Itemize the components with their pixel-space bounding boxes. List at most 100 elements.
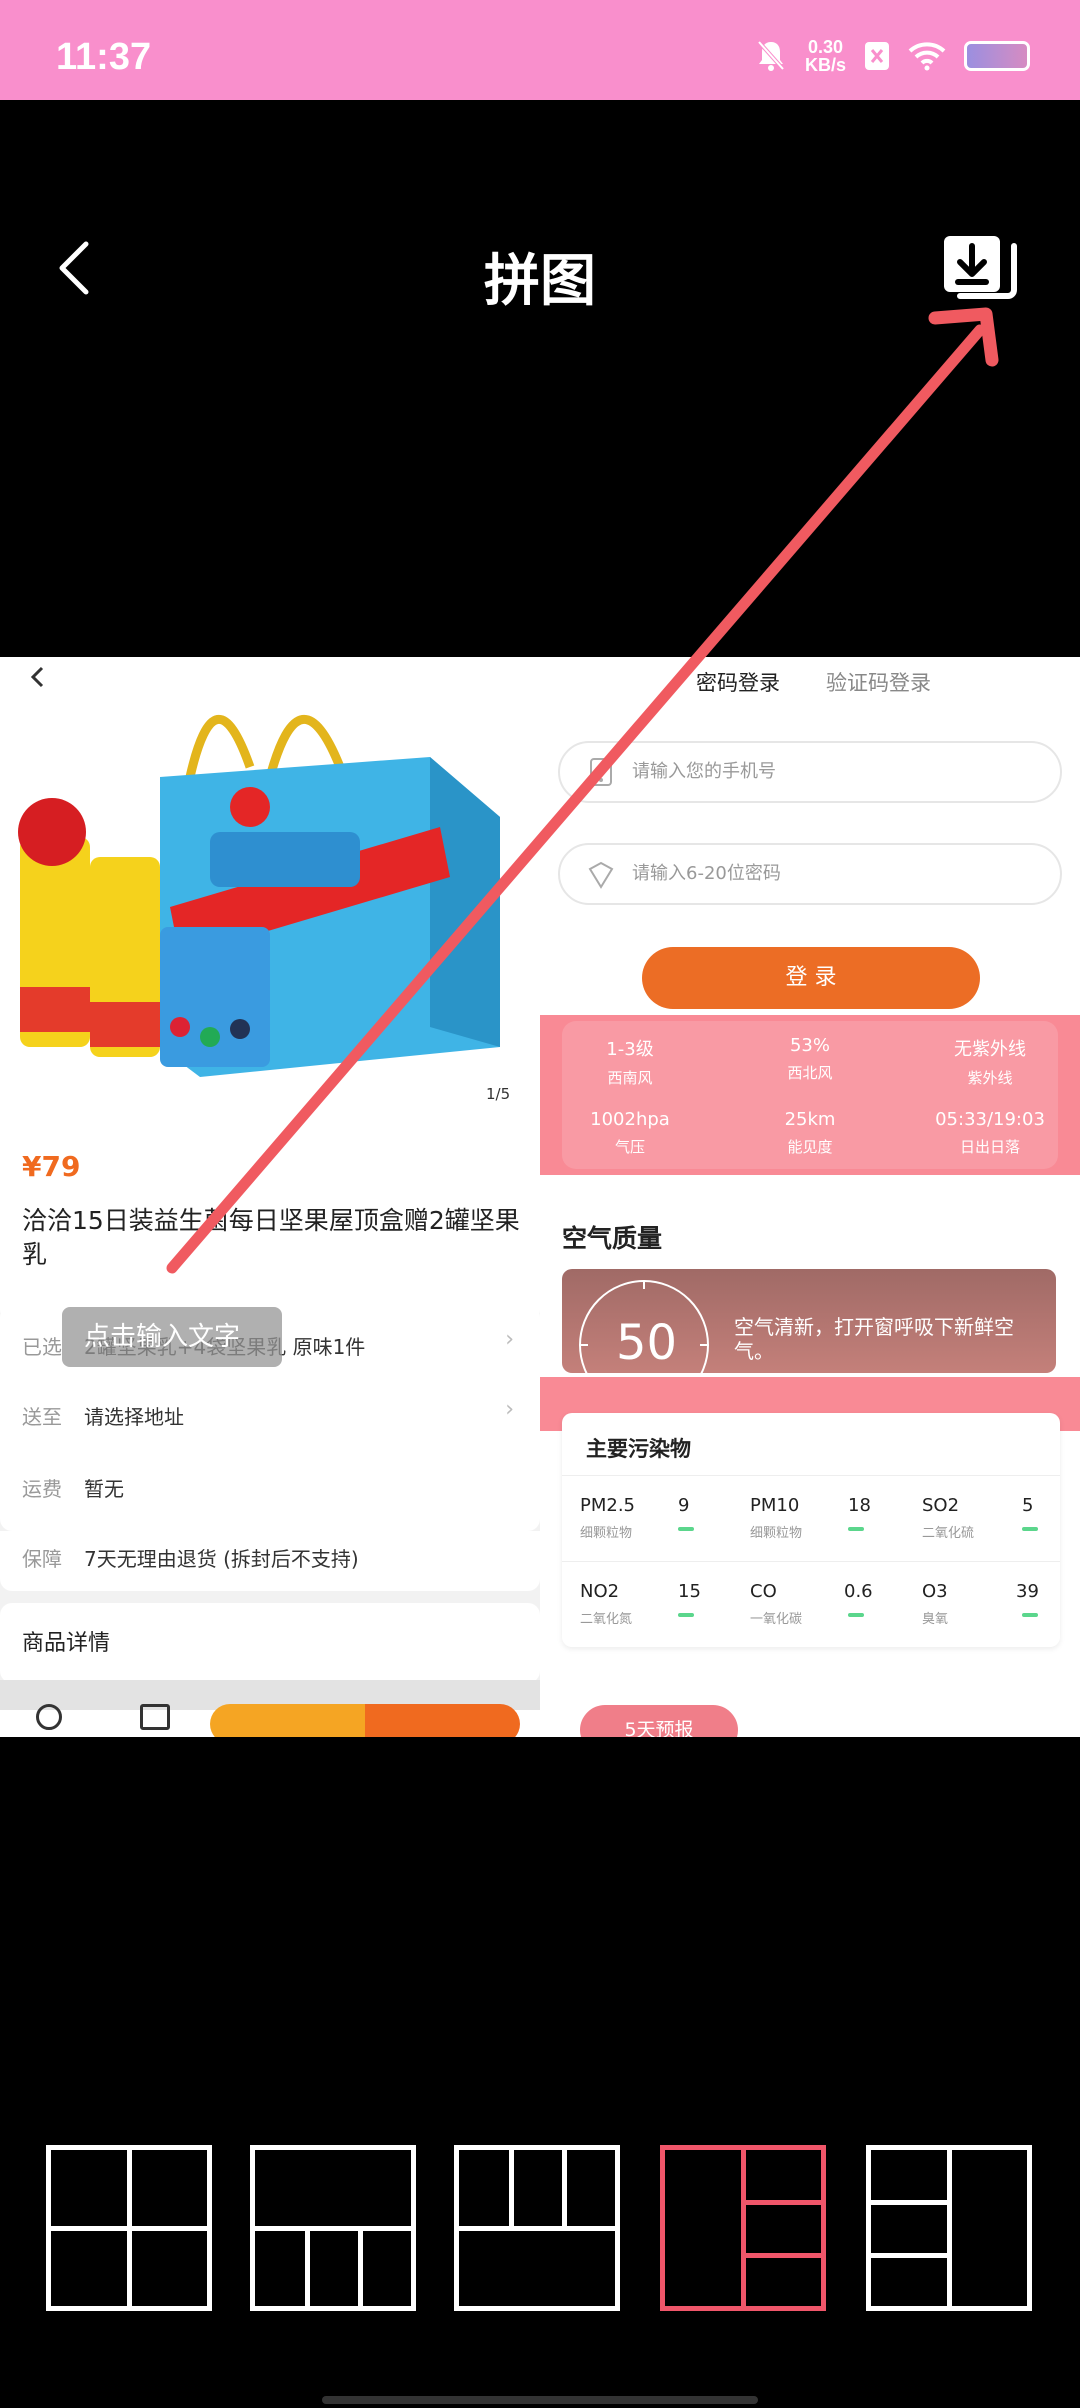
pollutant-value: 9	[678, 1495, 690, 1516]
pollutant-bar	[1022, 1527, 1038, 1531]
pollutant-value: 18	[848, 1495, 871, 1516]
row-key: 保障	[22, 1547, 62, 1571]
pollutant-name: NO2	[580, 1581, 620, 1602]
pollutant-sub: 二氧化硫	[922, 1526, 975, 1541]
save-download-button[interactable]	[940, 232, 1020, 308]
tab-code-login[interactable]: 验证码登录	[826, 667, 931, 697]
weather-value: 1002hpa	[590, 1109, 670, 1130]
buy-buttons[interactable]	[210, 1704, 520, 1737]
layout-picker	[0, 2120, 1080, 2320]
pollutants-title: 主要污染物	[586, 1437, 691, 1461]
weather-label: 日出日落	[959, 1138, 1020, 1156]
weather-value: 无紫外线	[954, 1039, 1026, 1060]
pollutant-bar	[1022, 1613, 1038, 1617]
option-row-address[interactable]: 送至 请选择地址	[22, 1401, 184, 1430]
collage-canvas[interactable]: 1/5 ¥79 洽洽15日装益生菌每日坚果屋顶盒赠2罐坚果乳 已选2罐坚果乳+4…	[0, 657, 1080, 1737]
weather-cell: 53% 西北风	[720, 1035, 900, 1083]
weather-value: 1-3级	[606, 1039, 654, 1060]
pollutant-name: O3	[922, 1581, 948, 1602]
weather-label: 西南风	[607, 1069, 653, 1087]
net-speed-unit: KB/s	[804, 55, 846, 75]
pollutant-sub: 一氧化碳	[750, 1612, 803, 1627]
row-key: 送至	[22, 1405, 62, 1429]
battery-icon	[964, 41, 1030, 71]
pollutant-o3: O3 臭氧	[922, 1581, 948, 1627]
pollutant-so2: SO2 二氧化硫	[922, 1495, 974, 1541]
option-row-guarantee: 保障 7天无理由退货 (拆封后不支持)	[22, 1543, 359, 1572]
weather-value: 53%	[789, 1035, 830, 1056]
pollutant-bar	[678, 1613, 694, 1617]
weather-label: 能见度	[787, 1138, 833, 1156]
top-bar	[0, 100, 1080, 660]
pollutant-value: 15	[678, 1581, 701, 1602]
pollutant-name: PM10	[750, 1495, 800, 1516]
row-key: 运费	[22, 1477, 62, 1501]
row-key: 已选	[22, 1335, 62, 1359]
layout-option-1[interactable]	[46, 2145, 212, 2311]
weather-cell: 无紫外线 紫外线	[900, 1035, 1080, 1088]
pollutant-pm10: PM10 细颗粒物	[750, 1495, 802, 1541]
wifi-icon	[908, 42, 946, 71]
layout-option-3[interactable]	[454, 2145, 620, 2311]
text-input-overlay[interactable]: 点击输入文字	[62, 1307, 282, 1367]
pollutant-sub: 细颗粒物	[750, 1526, 803, 1541]
weather-label: 气压	[614, 1138, 645, 1156]
air-quality-card: 空气质量 50 空气清新，打开窗呼吸下新鲜空气。	[540, 1197, 1080, 1373]
phone-input[interactable]: 请输入您的手机号	[558, 741, 1062, 803]
weather-label: 西北风	[787, 1064, 833, 1082]
login-button[interactable]: 登 录	[642, 947, 980, 1009]
details-card: 商品详情	[0, 1603, 540, 1683]
image-counter: 1/5	[486, 1085, 511, 1103]
row-value: 7天无理由退货 (拆封后不支持)	[84, 1547, 359, 1571]
collage-cell-right[interactable]: 密码登录 验证码登录 请输入您的手机号 请输入6-20位密码 登 录 1-3级西…	[540, 657, 1080, 1737]
home-indicator[interactable]	[322, 2396, 758, 2404]
layout-option-2[interactable]	[250, 2145, 416, 2311]
cart-icon[interactable]	[140, 1704, 170, 1730]
status-icons: 0.30 KB/s	[755, 38, 1030, 74]
sim-off-icon	[865, 42, 889, 70]
aqi-value: 50	[616, 1315, 678, 1371]
aqi-text: 空气清新，打开窗呼吸下新鲜空气。	[734, 1315, 1014, 1363]
details-title: 商品详情	[22, 1631, 111, 1656]
phone-icon	[590, 758, 612, 786]
pollutant-name: PM2.5	[580, 1495, 636, 1516]
pollutant-sub: 二氧化氮	[580, 1612, 633, 1627]
divider	[562, 1475, 1060, 1476]
status-time: 11:37	[56, 36, 152, 78]
shop-icon[interactable]	[36, 1704, 62, 1730]
layout-option-4-selected[interactable]	[660, 2145, 826, 2311]
pollutant-value: 0.6	[844, 1581, 873, 1602]
shield-icon	[588, 861, 614, 889]
option-row-shipping: 运费 暂无	[22, 1473, 124, 1502]
product-back-icon[interactable]	[28, 665, 48, 689]
layout-option-5[interactable]	[866, 2145, 1032, 2311]
mute-bell-icon	[757, 40, 785, 71]
product-image: 1/5	[0, 657, 540, 1112]
pollutant-value: 39	[1016, 1581, 1039, 1602]
pollutant-name: CO	[750, 1581, 777, 1602]
aqi-banner: 50 空气清新，打开窗呼吸下新鲜空气。	[562, 1269, 1056, 1373]
net-speed-value: 0.30	[807, 37, 844, 57]
password-input[interactable]: 请输入6-20位密码	[558, 843, 1062, 905]
weather-value: 05:33/19:03	[935, 1109, 1045, 1130]
pollutant-no2: NO2 二氧化氮	[580, 1581, 632, 1627]
product-illustration	[0, 657, 540, 1112]
pollutant-name: SO2	[922, 1495, 960, 1516]
forecast-tab[interactable]: 5天预报	[580, 1705, 738, 1737]
chevron-right-icon: ›	[505, 1327, 514, 1352]
net-speed: 0.30 KB/s	[805, 38, 846, 74]
product-info-card: ¥79 洽洽15日装益生菌每日坚果屋顶盒赠2罐坚果乳	[0, 1112, 540, 1322]
pollutant-bar	[848, 1613, 864, 1617]
pollutant-value: 5	[1022, 1495, 1034, 1516]
tab-password-login[interactable]: 密码登录	[696, 667, 780, 697]
pollutant-pm25: PM2.5 细颗粒物	[580, 1495, 635, 1541]
product-title: 洽洽15日装益生菌每日坚果屋顶盒赠2罐坚果乳	[22, 1206, 520, 1269]
weather-value: 25km	[784, 1109, 836, 1130]
product-price: ¥79	[22, 1150, 81, 1183]
divider	[562, 1561, 1060, 1562]
bottom-action-bar	[0, 1704, 540, 1737]
pollutants-card: 主要污染物 PM2.5 细颗粒物 9 PM10 细颗粒物 18 SO2 二氧化硫 5 …	[562, 1413, 1060, 1647]
guarantee-card: 保障 7天无理由退货 (拆封后不支持)	[0, 1531, 540, 1591]
pollutant-bar	[678, 1527, 694, 1531]
collage-cell-left[interactable]: 1/5 ¥79 洽洽15日装益生菌每日坚果屋顶盒赠2罐坚果乳 已选2罐坚果乳+4…	[0, 657, 540, 1737]
